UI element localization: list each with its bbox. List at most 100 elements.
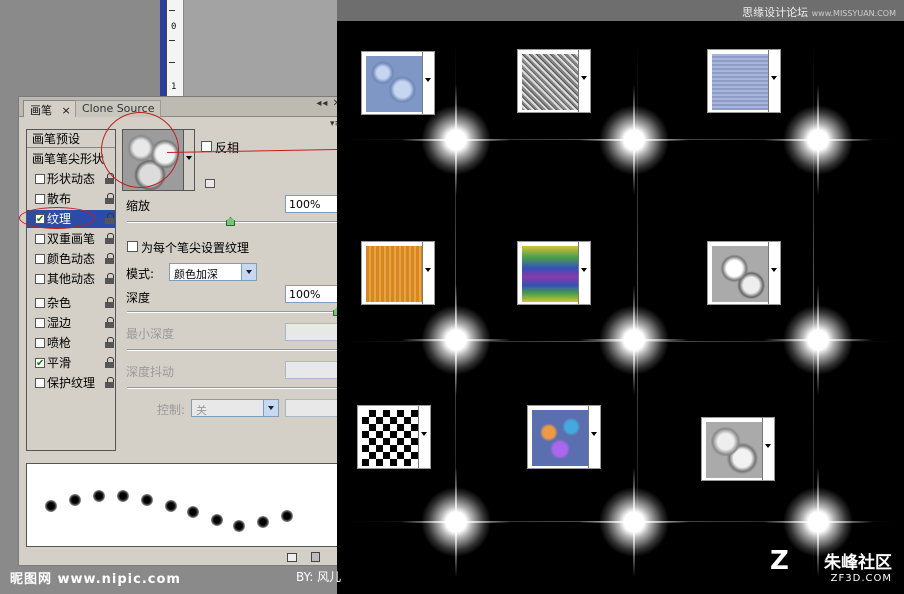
checkbox-icon[interactable] [35, 318, 45, 328]
min-depth-field [285, 323, 339, 341]
control-label: 控制: [157, 403, 186, 417]
lock-icon[interactable] [105, 357, 115, 368]
control-select-value: 关 [196, 404, 207, 417]
panel-tabbar: 画笔 × Clone Source ◂◂ ✕ [19, 97, 346, 117]
texture-image [366, 56, 422, 112]
brush-list-item[interactable]: 形状动态 [27, 170, 115, 188]
watermark-zf3d-sub: ZF3D.COM [830, 573, 892, 584]
checkbox-icon[interactable] [35, 254, 45, 264]
brush-list-item[interactable]: 湿边 [27, 314, 115, 332]
chevron-down-icon[interactable] [418, 406, 430, 468]
brush-list-item-label: 形状动态 [47, 172, 96, 186]
brush-list-item[interactable]: 双重画笔 [27, 230, 115, 248]
chevron-down-icon[interactable] [588, 406, 600, 468]
chevron-down-icon[interactable] [768, 50, 780, 112]
brush-dab [257, 516, 269, 528]
scale-slider-knob[interactable] [226, 217, 235, 226]
texture-swatch-crumpled-metal[interactable] [707, 241, 781, 305]
mode-select[interactable]: 颜色加深 [169, 263, 257, 281]
brush-list-item-label: 杂色 [47, 296, 72, 310]
trash-icon[interactable] [311, 552, 320, 562]
brush-dab [165, 500, 177, 512]
depth-slider[interactable] [127, 311, 339, 313]
brush-list-item[interactable]: 平滑 [27, 354, 115, 373]
brush-list-item[interactable]: 其他动态 [27, 270, 115, 288]
chevron-down-icon[interactable] [768, 242, 780, 304]
checkbox-icon[interactable] [35, 274, 45, 284]
brush-list-item[interactable]: 保护纹理 [27, 374, 115, 392]
vertical-ruler[interactable]: 0 1 [166, 0, 184, 100]
create-new-brush-icon[interactable] [287, 553, 297, 562]
light-burst [401, 85, 511, 195]
texture-swatch-blue-bubbles[interactable] [361, 51, 435, 115]
scale-label: 缩放 [126, 199, 151, 213]
brush-list-item-label: 喷枪 [47, 336, 72, 350]
checkbox-icon[interactable] [35, 174, 45, 184]
light-burst [579, 285, 689, 395]
light-burst [579, 85, 689, 195]
chevron-down-icon[interactable] [578, 50, 590, 112]
texture-image [712, 54, 768, 110]
control-field [285, 399, 339, 417]
close-icon[interactable]: × [62, 104, 71, 117]
lock-icon[interactable] [105, 377, 115, 388]
chevron-down-icon[interactable] [422, 242, 434, 304]
lock-icon[interactable] [105, 273, 115, 284]
texture-swatch-colorful-marble[interactable] [527, 405, 601, 469]
invert-label: 反相 [215, 141, 240, 155]
texture-swatch-gray-noise[interactable] [517, 49, 591, 113]
texture-swatch-checkerboard[interactable] [357, 405, 431, 469]
light-burst [401, 285, 511, 395]
brush-list-item-label: 其他动态 [47, 272, 96, 286]
watermark-zf3d-main: 朱峰社区 [824, 553, 892, 573]
brush-dab [45, 500, 57, 512]
light-burst [763, 85, 873, 195]
annotation-circle-texture [19, 207, 95, 229]
texture-swatch-blue-fabric[interactable] [707, 49, 781, 113]
texture-swatch-clouds[interactable] [701, 417, 775, 481]
lock-icon[interactable] [105, 337, 115, 348]
checkbox-icon[interactable] [35, 298, 45, 308]
per-tip-checkbox[interactable] [127, 241, 138, 252]
brush-list-item-label: 画笔笔尖形状 [32, 152, 105, 166]
texture-picker-dropdown[interactable] [184, 129, 195, 191]
texture-image [712, 246, 768, 302]
min-depth-label: 最小深度 [126, 327, 175, 341]
light-burst [401, 467, 511, 577]
brush-list-item[interactable]: 颜色动态 [27, 250, 115, 268]
lock-icon[interactable] [105, 233, 115, 244]
brush-settings-list: 画笔预设画笔笔尖形状形状动态散布纹理双重画笔颜色动态其他动态杂色湿边喷枪平滑保护… [26, 129, 116, 451]
texture-image [706, 422, 762, 478]
brush-list-item[interactable]: 散布 [27, 190, 115, 208]
texture-image [522, 246, 578, 302]
depth-jitter-field [285, 361, 339, 379]
checkbox-icon[interactable] [35, 338, 45, 348]
lock-icon[interactable] [105, 213, 115, 224]
checkbox-icon[interactable] [35, 194, 45, 204]
lock-icon[interactable] [105, 253, 115, 264]
chevron-down-icon[interactable] [762, 418, 774, 480]
texture-swatch-rainbow[interactable] [517, 241, 591, 305]
chevron-down-icon[interactable] [578, 242, 590, 304]
checkbox-icon[interactable] [35, 378, 45, 388]
brush-list-item-label: 湿边 [47, 316, 72, 330]
watermark-nipic: 昵图网 www.nipic.com [10, 572, 181, 587]
tab-brushes[interactable]: 画笔 × [23, 100, 78, 117]
lock-icon[interactable] [105, 297, 115, 308]
light-burst [579, 467, 689, 577]
workspace-gray [184, 0, 337, 100]
checkbox-icon[interactable] [35, 234, 45, 244]
new-preset-icon[interactable] [205, 179, 215, 188]
depth-field[interactable]: 100% [285, 285, 339, 303]
brush-list-item[interactable]: 喷枪 [27, 334, 115, 352]
texture-swatch-wood[interactable] [361, 241, 435, 305]
brush-dab [141, 494, 153, 506]
brushes-panel: 画笔 × Clone Source ◂◂ ✕ ▾≡ 画笔预设 画笔笔尖形状 形状动态… [18, 96, 347, 566]
min-depth-slider [127, 349, 339, 351]
chevron-down-icon[interactable] [422, 52, 434, 114]
checkbox-icon[interactable] [35, 355, 45, 373]
lock-icon[interactable] [105, 317, 115, 328]
scale-field[interactable]: 100% [285, 195, 339, 213]
brush-list-item[interactable]: 杂色 [27, 294, 115, 312]
lock-icon[interactable] [105, 193, 115, 204]
